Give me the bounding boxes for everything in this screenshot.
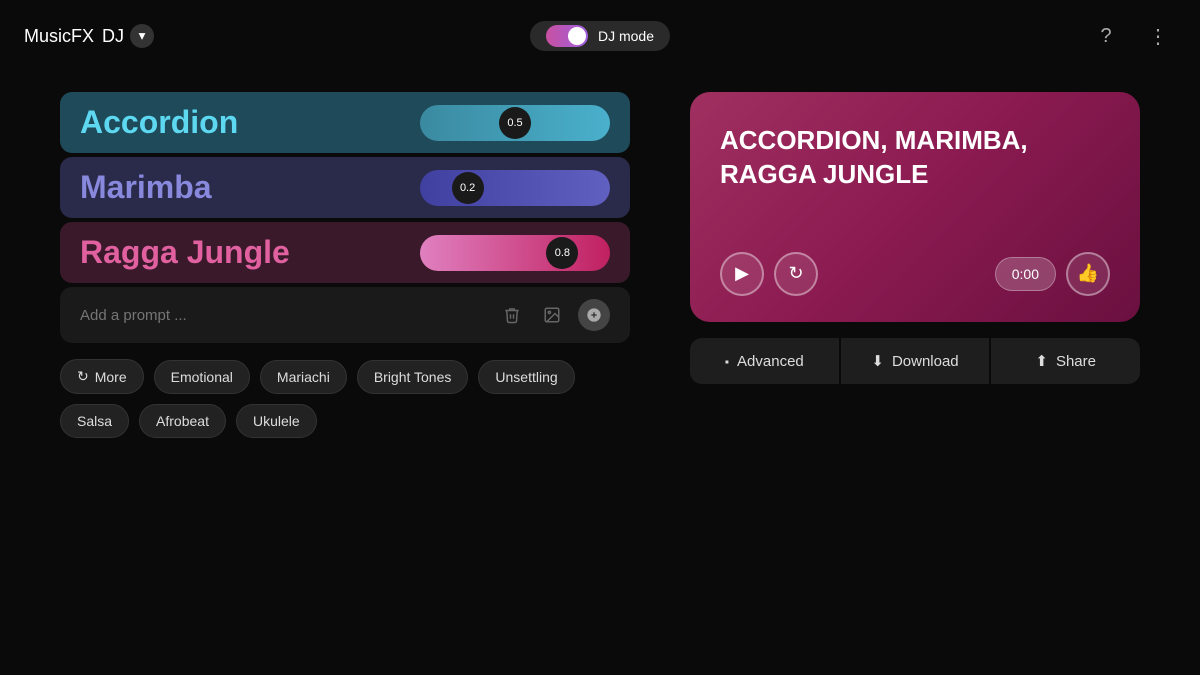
dj-mode-toggle[interactable] bbox=[546, 25, 588, 47]
send-button[interactable] bbox=[578, 299, 610, 331]
refresh-button[interactable]: ↻ bbox=[774, 252, 818, 296]
app-header: MusicFX DJ ▾ DJ mode ? ⋮ bbox=[0, 0, 1200, 72]
action-bar: ⬝ Advanced ⬇ Download ⬆ Share bbox=[690, 338, 1140, 384]
mode-label: DJ bbox=[102, 26, 124, 47]
thumbs-up-icon: 👍 bbox=[1077, 263, 1099, 284]
instrument-name-marimba: Marimba bbox=[80, 169, 212, 206]
app-name: MusicFX bbox=[24, 26, 94, 47]
instrument-name-accordion: Accordion bbox=[80, 104, 238, 141]
marimba-slider-value: 0.2 bbox=[460, 182, 475, 194]
chip-label: Unsettling bbox=[495, 369, 557, 385]
chip-bright-tones[interactable]: Bright Tones bbox=[357, 360, 469, 394]
chip-emotional[interactable]: Emotional bbox=[154, 360, 250, 394]
delete-icon[interactable] bbox=[498, 301, 526, 329]
advanced-label: Advanced bbox=[737, 353, 804, 370]
more-icon: ⋮ bbox=[1148, 24, 1168, 49]
help-button[interactable]: ? bbox=[1088, 18, 1124, 54]
chips-container: ↻ More Emotional Mariachi Bright Tones Unsett… bbox=[60, 359, 630, 438]
accordion-slider-knob: 0.5 bbox=[499, 107, 531, 139]
share-button[interactable]: ⬆ Share bbox=[991, 338, 1140, 384]
chip-ukulele[interactable]: Ukulele bbox=[236, 404, 317, 438]
prompt-action-icons bbox=[498, 299, 610, 331]
card-right-controls: 0:00 👍 bbox=[995, 252, 1110, 296]
download-icon: ⬇ bbox=[871, 352, 884, 370]
playback-controls: ▶ ↻ bbox=[720, 252, 818, 296]
music-card-controls: ▶ ↻ 0:00 👍 bbox=[720, 252, 1110, 296]
dj-mode-label: DJ mode bbox=[598, 28, 654, 44]
chip-label: Emotional bbox=[171, 369, 233, 385]
ragga-slider[interactable]: 0.8 bbox=[420, 235, 610, 271]
chip-unsettling[interactable]: Unsettling bbox=[478, 360, 574, 394]
chip-salsa[interactable]: Salsa bbox=[60, 404, 129, 438]
play-button[interactable]: ▶ bbox=[720, 252, 764, 296]
chevron-down-icon: ▾ bbox=[139, 28, 146, 44]
dj-mode-toggle-container: DJ mode bbox=[530, 21, 670, 51]
chip-label: Bright Tones bbox=[374, 369, 452, 385]
marimba-slider-knob: 0.2 bbox=[452, 172, 484, 204]
instrument-name-ragga: Ragga Jungle bbox=[80, 234, 290, 271]
ragga-slider-knob: 0.8 bbox=[546, 237, 578, 269]
prompt-area bbox=[60, 287, 630, 343]
refresh-icon: ↻ bbox=[788, 263, 803, 284]
help-icon: ? bbox=[1100, 25, 1111, 48]
share-icon: ⬆ bbox=[1035, 352, 1048, 370]
advanced-button[interactable]: ⬝ Advanced bbox=[690, 338, 839, 384]
download-button[interactable]: ⬇ Download bbox=[841, 338, 990, 384]
play-icon: ▶ bbox=[735, 263, 749, 284]
music-card: ACCORDION, MARIMBA, RAGGA JUNGLE ▶ ↻ 0:0… bbox=[690, 92, 1140, 322]
accordion-slider[interactable]: 0.5 bbox=[420, 105, 610, 141]
instrument-row-ragga: Ragga Jungle 0.8 bbox=[60, 222, 630, 283]
header-actions: ? ⋮ bbox=[1088, 18, 1176, 54]
left-panel: Accordion 0.5 Marimba 0.2 Ragga Jungle 0… bbox=[60, 92, 630, 438]
music-card-title: ACCORDION, MARIMBA, RAGGA JUNGLE bbox=[720, 124, 1110, 192]
chip-label: Ukulele bbox=[253, 413, 300, 429]
mode-dropdown-button[interactable]: ▾ bbox=[130, 24, 154, 48]
time-display: 0:00 bbox=[995, 257, 1056, 291]
refresh-chip-icon: ↻ bbox=[77, 368, 89, 385]
chip-label: More bbox=[95, 369, 127, 385]
more-options-button[interactable]: ⋮ bbox=[1140, 18, 1176, 54]
chip-more[interactable]: ↻ More bbox=[60, 359, 144, 394]
chip-afrobeat[interactable]: Afrobeat bbox=[139, 404, 226, 438]
chip-label: Salsa bbox=[77, 413, 112, 429]
right-panel: ACCORDION, MARIMBA, RAGGA JUNGLE ▶ ↻ 0:0… bbox=[690, 92, 1140, 384]
instrument-row-accordion: Accordion 0.5 bbox=[60, 92, 630, 153]
image-icon[interactable] bbox=[538, 301, 566, 329]
toggle-knob bbox=[568, 27, 586, 45]
prompt-input[interactable] bbox=[80, 307, 498, 324]
chip-label: Afrobeat bbox=[156, 413, 209, 429]
download-label: Download bbox=[892, 353, 959, 370]
chip-label: Mariachi bbox=[277, 369, 330, 385]
accordion-slider-value: 0.5 bbox=[507, 117, 522, 129]
share-label: Share bbox=[1056, 353, 1096, 370]
chip-mariachi[interactable]: Mariachi bbox=[260, 360, 347, 394]
marimba-slider[interactable]: 0.2 bbox=[420, 170, 610, 206]
instrument-row-marimba: Marimba 0.2 bbox=[60, 157, 630, 218]
sliders-icon: ⬝ bbox=[725, 353, 729, 370]
ragga-slider-value: 0.8 bbox=[555, 247, 570, 259]
like-button[interactable]: 👍 bbox=[1066, 252, 1110, 296]
main-content: Accordion 0.5 Marimba 0.2 Ragga Jungle 0… bbox=[0, 72, 1200, 458]
